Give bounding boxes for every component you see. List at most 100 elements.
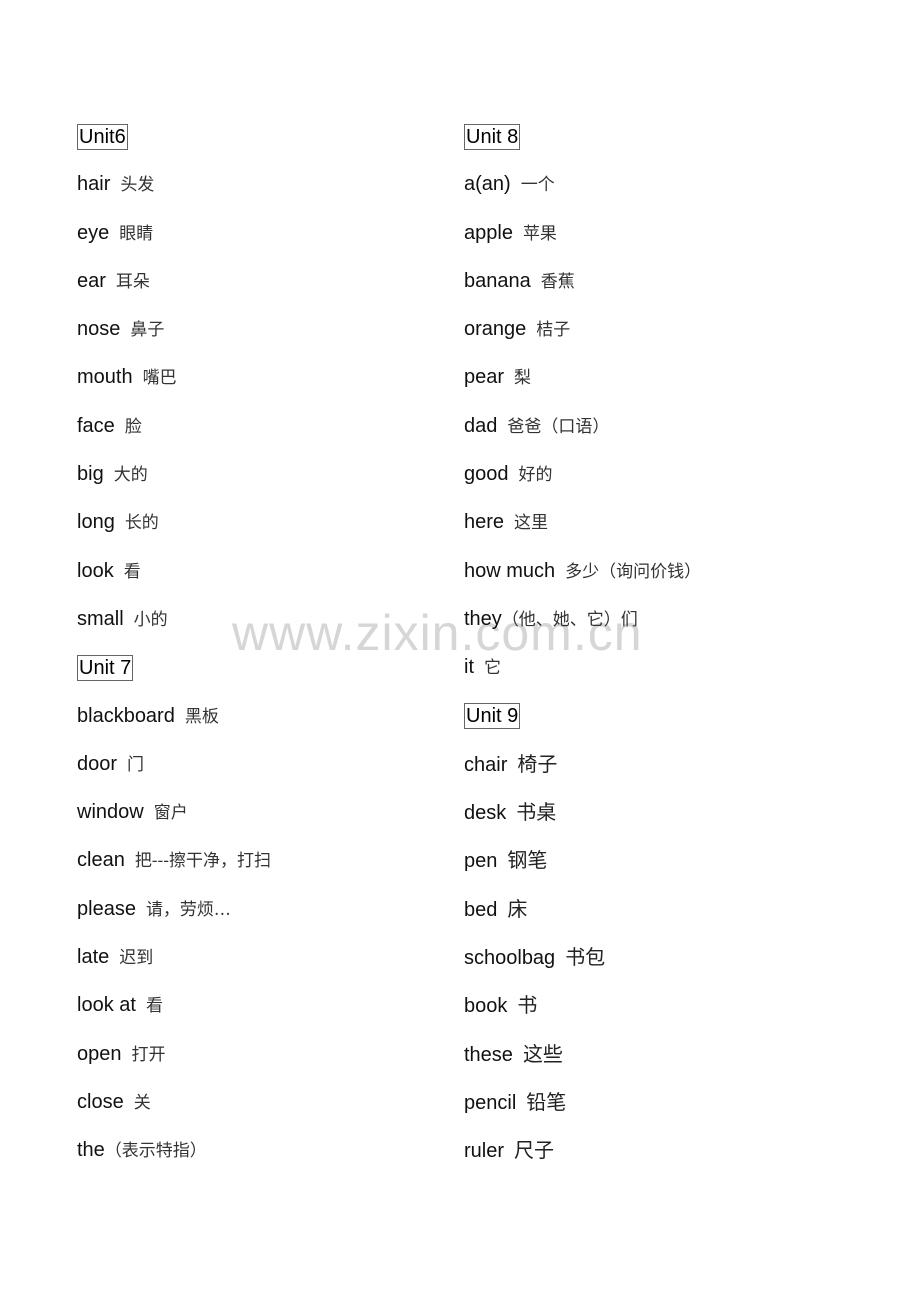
english-word: window [77, 801, 144, 824]
chinese-meaning: 铅笔 [526, 1089, 567, 1114]
vocab-entry: book 书 [464, 981, 701, 1029]
vocab-entry: clean 把---擦干净，打扫 [77, 836, 271, 884]
vocab-entry: blackboard 黑板 [77, 692, 271, 740]
chinese-meaning: 书 [517, 993, 538, 1018]
vocab-entry: ear 耳朵 [77, 257, 271, 305]
english-word: good [464, 463, 509, 486]
english-word: ruler [464, 1140, 505, 1163]
english-word: how much [464, 559, 556, 582]
chinese-meaning: 一个 [520, 175, 555, 196]
chinese-meaning: 钢笔 [507, 848, 548, 873]
chinese-meaning: （他、她、它）们 [501, 609, 638, 630]
english-word: face [77, 414, 115, 437]
unit-heading: Unit 9 [464, 703, 521, 730]
english-word: mouth [77, 366, 133, 389]
vocab-entry: these 这些 [464, 1030, 701, 1078]
vocab-entry: banana 香蕉 [464, 257, 701, 305]
unit-heading: Unit 8 [464, 123, 521, 150]
chinese-meaning: 书桌 [516, 800, 557, 825]
english-word: open [77, 1042, 122, 1065]
chinese-meaning: 迟到 [119, 948, 154, 969]
vocab-entry: close 关 [77, 1078, 271, 1126]
vocab-entry: bed 床 [464, 885, 701, 933]
chinese-meaning: 梨 [514, 368, 532, 389]
vocab-entry: orange 桔子 [464, 305, 701, 353]
vocab-entry: good 好的 [464, 450, 701, 498]
chinese-meaning: 苹果 [522, 223, 557, 244]
chinese-meaning: 眼睛 [119, 223, 154, 244]
chinese-meaning: 大的 [113, 465, 148, 486]
chinese-meaning: 黑板 [184, 706, 219, 727]
vocab-entry: open 打开 [77, 1030, 271, 1078]
chinese-meaning: （表示特指） [104, 1141, 207, 1162]
right-vocab-column: Unit 8 a(an) 一个 apple 苹果 banana 香蕉 orange 桔子 pear… [464, 112, 701, 1175]
vocab-entry: desk 书桌 [464, 788, 701, 836]
vocab-entry: it 它 [464, 643, 701, 691]
document-page: www.zixin.com.cn Unit6 hair 头发 eye 眼睛 ear 耳朵 no… [0, 0, 920, 1302]
chinese-meaning: 窗户 [153, 803, 188, 824]
left-vocab-column: Unit6 hair 头发 eye 眼睛 ear 耳朵 nose 鼻子 mouth 嘴巴 face 脸 b… [77, 112, 271, 1175]
english-word: a(an) [464, 173, 511, 196]
english-word: they [464, 607, 502, 630]
unit-heading-row: Unit 7 [77, 643, 271, 691]
vocab-entry: please 请，劳烦… [77, 885, 271, 933]
english-word: small [77, 607, 124, 630]
english-word: nose [77, 318, 121, 341]
chinese-meaning: 看 [145, 996, 163, 1017]
english-word: close [77, 1090, 124, 1113]
chinese-meaning: 这些 [522, 1041, 563, 1066]
chinese-meaning: 椅子 [517, 751, 558, 776]
chinese-meaning: 桔子 [536, 320, 571, 341]
english-word: chair [464, 753, 508, 776]
chinese-meaning: 看 [123, 561, 141, 582]
english-word: dad [464, 414, 498, 437]
vocab-entry: nose 鼻子 [77, 305, 271, 353]
english-word: banana [464, 269, 531, 292]
english-word: schoolbag [464, 947, 556, 970]
vocab-entry: late 迟到 [77, 933, 271, 981]
chinese-meaning: 请，劳烦… [145, 899, 231, 920]
english-word: pear [464, 366, 505, 389]
english-word: apple [464, 221, 513, 244]
vocab-entry: dad 爸爸（口语） [464, 402, 701, 450]
unit-heading-row: Unit 9 [464, 692, 701, 740]
chinese-meaning: 床 [507, 896, 528, 921]
vocab-entry: look at 看 [77, 981, 271, 1029]
chinese-meaning: 耳朵 [115, 271, 150, 292]
vocab-entry: pear 梨 [464, 353, 701, 401]
unit-heading-row: Unit 8 [464, 112, 701, 160]
vocab-entry: face 脸 [77, 402, 271, 450]
chinese-meaning: 香蕉 [540, 271, 575, 292]
english-word: look [77, 559, 114, 582]
chinese-meaning: 脸 [124, 416, 142, 437]
vocab-entry: door 门 [77, 740, 271, 788]
english-word: here [464, 511, 505, 534]
english-word: eye [77, 221, 110, 244]
vocab-entry: big 大的 [77, 450, 271, 498]
english-word: book [464, 995, 508, 1018]
chinese-meaning: 鼻子 [130, 320, 165, 341]
english-word: late [77, 946, 110, 969]
english-word: look at [77, 994, 136, 1017]
unit-heading-row: Unit6 [77, 112, 271, 160]
vocab-entry: chair 椅子 [464, 740, 701, 788]
chinese-meaning: 书包 [565, 945, 606, 970]
english-word: long [77, 511, 115, 534]
chinese-meaning: 嘴巴 [142, 368, 177, 389]
vocab-entry: how much 多少（询问价钱） [464, 547, 701, 595]
vocab-entry: the（表示特指） [77, 1126, 271, 1174]
chinese-meaning: 长的 [124, 513, 159, 534]
chinese-meaning: 头发 [120, 175, 155, 196]
english-word: it [464, 656, 474, 679]
english-word: clean [77, 849, 125, 872]
english-word: ear [77, 269, 106, 292]
english-word: bed [464, 898, 498, 921]
vocab-entry: pen 钢笔 [464, 836, 701, 884]
unit-heading: Unit6 [77, 123, 128, 150]
vocab-entry: eye 眼睛 [77, 209, 271, 257]
vocab-entry: long 长的 [77, 498, 271, 546]
chinese-meaning: 小的 [133, 609, 168, 630]
english-word: orange [464, 318, 527, 341]
english-word: hair [77, 173, 111, 196]
english-word: door [77, 752, 118, 775]
